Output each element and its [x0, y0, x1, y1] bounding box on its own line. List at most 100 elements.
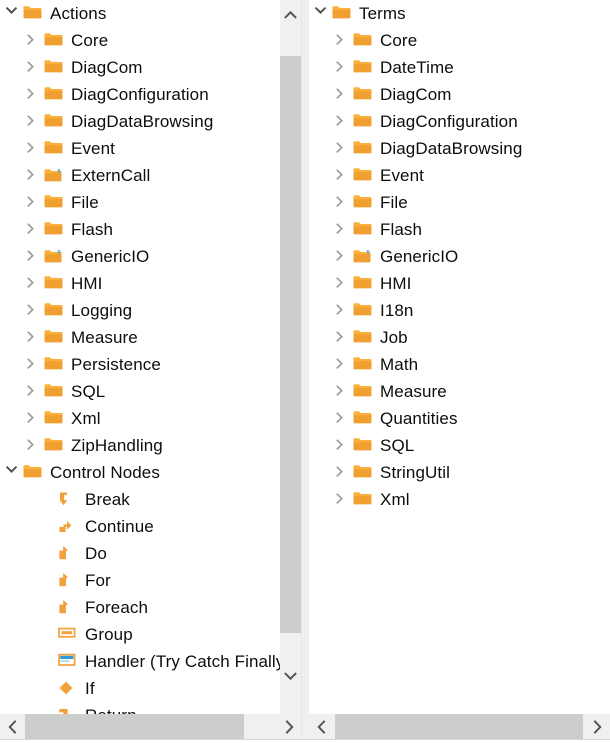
scroll-left-button[interactable] — [309, 714, 334, 739]
expand-toggle-closed[interactable] — [335, 411, 351, 427]
expand-toggle-closed[interactable] — [335, 195, 351, 211]
expand-toggle-closed[interactable] — [26, 249, 42, 265]
expand-toggle-closed[interactable] — [26, 384, 42, 400]
tree-item[interactable]: Actions — [0, 0, 281, 27]
tree-item[interactable]: ZipHandling — [0, 432, 281, 459]
tree-item[interactable]: Flash — [309, 216, 610, 243]
tree-item[interactable]: If — [0, 675, 281, 702]
expand-toggle-closed[interactable] — [335, 276, 351, 292]
tree-item[interactable]: Core — [0, 27, 281, 54]
actions-horizontal-scrollbar[interactable] — [0, 714, 301, 739]
expand-toggle-open[interactable] — [5, 6, 21, 22]
expand-toggle-closed[interactable] — [335, 87, 351, 103]
expand-toggle-closed[interactable] — [26, 303, 42, 319]
expand-toggle-closed[interactable] — [26, 276, 42, 292]
expand-toggle-closed[interactable] — [26, 141, 42, 157]
tree-item[interactable]: s ExternCall — [0, 162, 281, 189]
expand-toggle-closed[interactable] — [26, 438, 42, 454]
expand-toggle-closed[interactable] — [335, 60, 351, 76]
terms-horizontal-scrollbar[interactable] — [309, 714, 610, 739]
tree-item[interactable]: Event — [0, 135, 281, 162]
scroll-right-button[interactable] — [585, 714, 610, 739]
tree-item[interactable]: Quantities — [309, 405, 610, 432]
tree-item[interactable]: DiagDataBrowsing — [309, 135, 610, 162]
expand-toggle-closed[interactable] — [26, 357, 42, 373]
tree-item[interactable]: HMI — [0, 270, 281, 297]
tree-item[interactable]: Xml — [0, 405, 281, 432]
tree-item[interactable]: DiagCom — [0, 54, 281, 81]
tree-item[interactable]: DiagCom — [309, 81, 610, 108]
tree-item[interactable]: s GenericIO — [309, 243, 610, 270]
tree-item[interactable]: Continue — [0, 513, 281, 540]
expand-toggle-closed[interactable] — [26, 114, 42, 130]
tree-item[interactable]: StringUtil — [309, 459, 610, 486]
tree-item[interactable]: File — [0, 189, 281, 216]
tree-item[interactable]: DiagDataBrowsing — [0, 108, 281, 135]
expand-toggle-open[interactable] — [5, 465, 21, 481]
tree-item[interactable]: Group — [0, 621, 281, 648]
tree-item[interactable]: HMI — [309, 270, 610, 297]
tree-item[interactable]: Math — [309, 351, 610, 378]
tree-item[interactable]: SQL — [309, 432, 610, 459]
tree-item-label: Quantities — [380, 408, 458, 428]
tree-item[interactable]: Measure — [0, 324, 281, 351]
tree-item[interactable]: Terms — [309, 0, 610, 27]
expand-toggle-closed[interactable] — [335, 303, 351, 319]
tree-item[interactable]: Logging — [0, 297, 281, 324]
tree-item[interactable]: Core — [309, 27, 610, 54]
tree-item[interactable]: Flash — [0, 216, 281, 243]
expand-toggle-closed[interactable] — [26, 60, 42, 76]
expand-toggle-closed[interactable] — [335, 33, 351, 49]
expand-toggle-closed[interactable] — [26, 168, 42, 184]
tree-item[interactable]: Return — [0, 702, 281, 714]
tree-item[interactable]: Xml — [309, 486, 610, 513]
tree-item[interactable]: DiagConfiguration — [0, 81, 281, 108]
expand-toggle-closed[interactable] — [26, 330, 42, 346]
actions-vscroll-thumb[interactable] — [280, 56, 301, 633]
expand-toggle-closed[interactable] — [26, 222, 42, 238]
expand-toggle-closed[interactable] — [335, 168, 351, 184]
tree-item[interactable]: Event — [309, 162, 610, 189]
actions-vscroll-track[interactable] — [280, 28, 301, 714]
tree-item[interactable]: I18n — [309, 297, 610, 324]
tree-item[interactable]: Handler (Try Catch Finally) — [0, 648, 281, 675]
scroll-left-button[interactable] — [0, 714, 25, 739]
scroll-up-button[interactable] — [280, 0, 301, 28]
expand-toggle-closed[interactable] — [335, 438, 351, 454]
expand-toggle-closed[interactable] — [26, 195, 42, 211]
tree-item[interactable]: For — [0, 567, 281, 594]
expand-toggle-closed[interactable] — [26, 411, 42, 427]
expand-toggle-closed[interactable] — [335, 384, 351, 400]
expand-toggle-closed[interactable] — [335, 357, 351, 373]
scroll-down-button[interactable] — [280, 662, 301, 690]
tree-item[interactable]: SQL — [0, 378, 281, 405]
tree-item[interactable]: Break — [0, 486, 281, 513]
terms-tree-viewport[interactable]: Terms Core DateTime DiagCom DiagConfiguratio… — [309, 0, 610, 714]
actions-vertical-scrollbar[interactable] — [280, 0, 301, 714]
tree-item[interactable]: Foreach — [0, 594, 281, 621]
tree-item[interactable]: Control Nodes — [0, 459, 281, 486]
tree-item[interactable]: File — [309, 189, 610, 216]
tree-item[interactable]: Persistence — [0, 351, 281, 378]
tree-item[interactable]: DateTime — [309, 54, 610, 81]
expand-toggle-open[interactable] — [314, 6, 330, 22]
terms-hscroll-thumb[interactable] — [335, 714, 583, 739]
expand-toggle-closed[interactable] — [335, 114, 351, 130]
folder-icon — [44, 437, 64, 455]
tree-item[interactable]: Do — [0, 540, 281, 567]
expand-toggle-closed[interactable] — [26, 33, 42, 49]
expand-toggle-closed[interactable] — [335, 330, 351, 346]
expand-toggle-closed[interactable] — [335, 465, 351, 481]
tree-item[interactable]: DiagConfiguration — [309, 108, 610, 135]
expand-toggle-closed[interactable] — [335, 492, 351, 508]
scroll-right-button[interactable] — [277, 714, 301, 739]
expand-toggle-closed[interactable] — [335, 222, 351, 238]
expand-toggle-closed[interactable] — [335, 249, 351, 265]
actions-hscroll-thumb[interactable] — [25, 714, 244, 739]
actions-tree-viewport[interactable]: Actions Core DiagCom DiagConfiguration DiagD… — [0, 0, 281, 714]
expand-toggle-closed[interactable] — [335, 141, 351, 157]
tree-item[interactable]: s GenericIO — [0, 243, 281, 270]
tree-item[interactable]: Measure — [309, 378, 610, 405]
tree-item[interactable]: Job — [309, 324, 610, 351]
expand-toggle-closed[interactable] — [26, 87, 42, 103]
